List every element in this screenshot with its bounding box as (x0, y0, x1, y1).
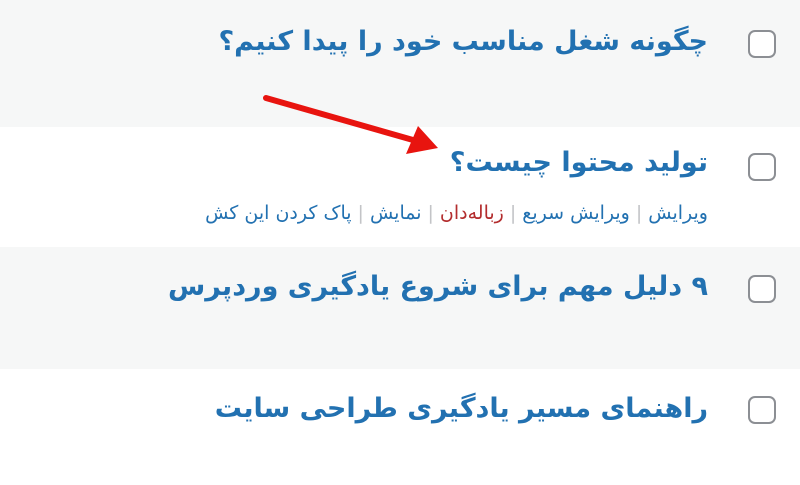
action-separator: | (427, 202, 434, 224)
action-separator: | (509, 202, 517, 224)
row-checkbox[interactable] (748, 275, 776, 303)
action-separator: | (357, 202, 364, 224)
row-actions: ویرایش|ویرایش سریع|زباله‌دان|نمایش|پاک ک… (205, 200, 708, 226)
post-title-link[interactable]: تولید محتوا چیست؟ (450, 145, 708, 181)
post-row: ۹ دلیل مهم برای شروع یادگیری وردپرس (0, 247, 800, 369)
row-checkbox[interactable] (748, 30, 776, 58)
row-checkbox[interactable] (748, 153, 776, 181)
view-action[interactable]: نمایش (370, 202, 422, 224)
quick-edit-action[interactable]: ویرایش سریع (522, 202, 630, 224)
red-arrow-icon (263, 95, 438, 154)
edit-action[interactable]: ویرایش (648, 202, 708, 224)
clear-cache-action[interactable]: پاک کردن این کش (205, 202, 351, 224)
row-checkbox[interactable] (748, 396, 776, 424)
post-title-link[interactable]: چگونه شغل مناسب خود را پیدا کنیم؟ (218, 24, 708, 60)
trash-action[interactable]: زباله‌دان (440, 202, 504, 224)
post-title-link[interactable]: ۹ دلیل مهم برای شروع یادگیری وردپرس (168, 269, 708, 305)
action-separator: | (635, 202, 643, 224)
post-row: راهنمای مسیر یادگیری طراحی سایت (0, 369, 800, 485)
post-title-link[interactable]: راهنمای مسیر یادگیری طراحی سایت (215, 391, 708, 427)
